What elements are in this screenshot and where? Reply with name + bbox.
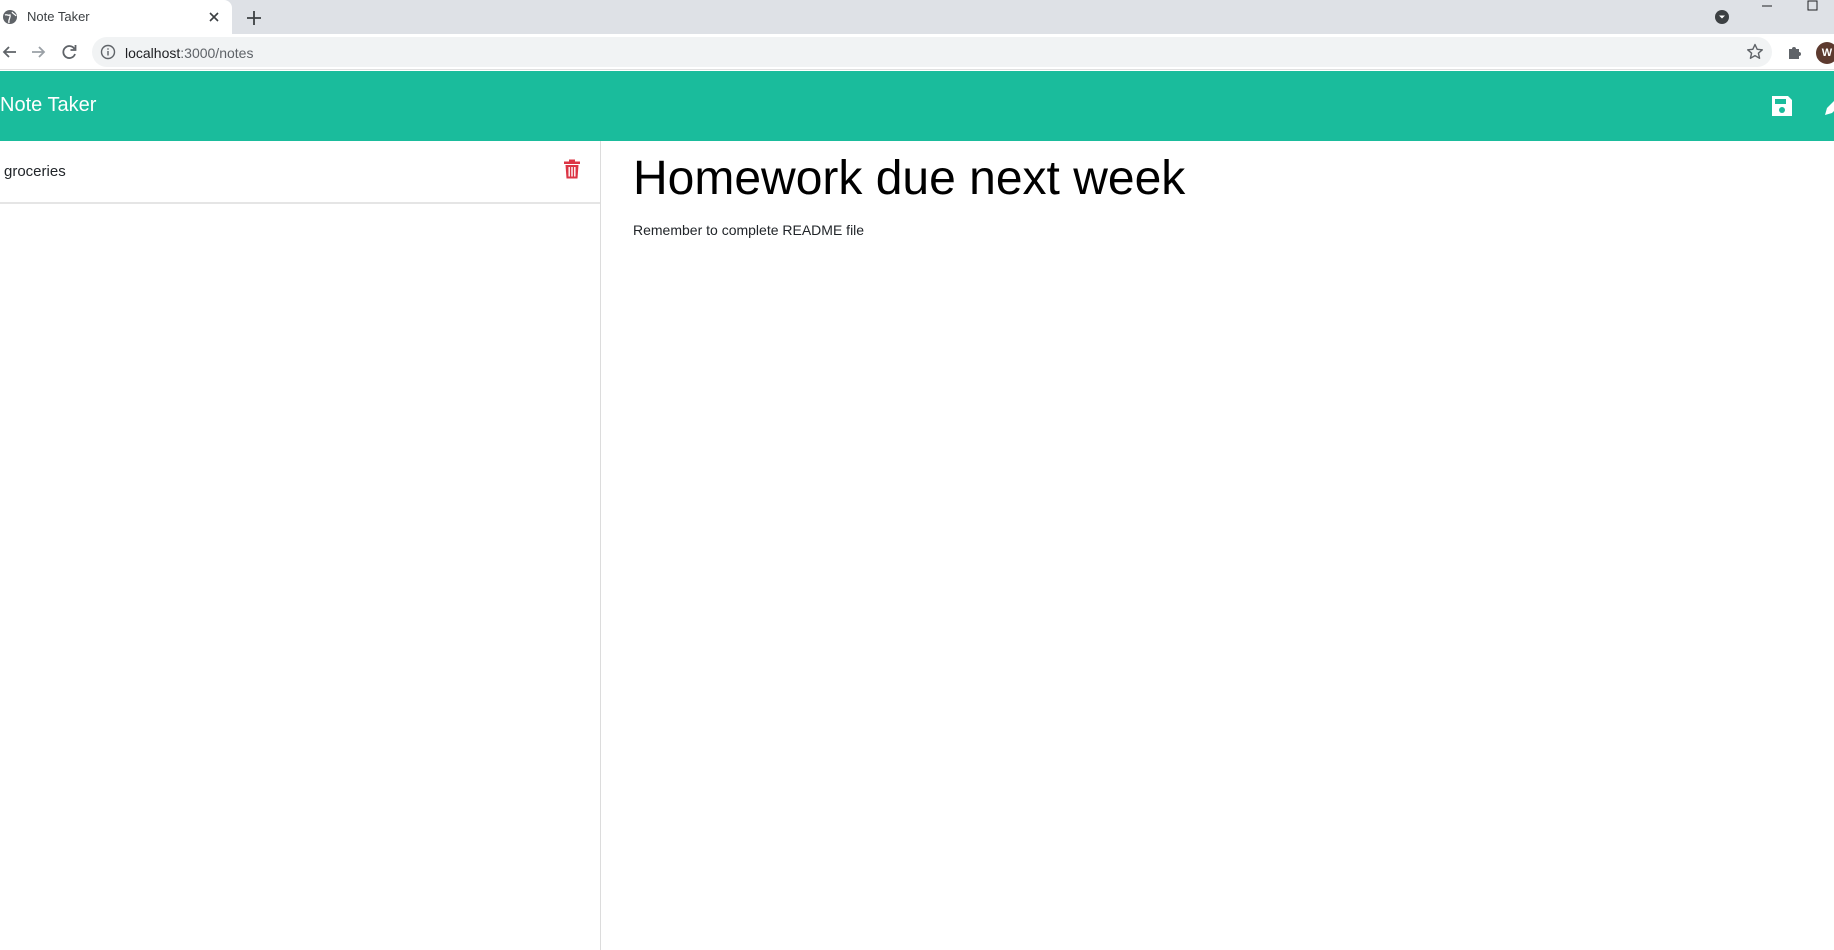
- avatar[interactable]: W: [1816, 42, 1834, 64]
- url-host: localhost: [125, 45, 181, 61]
- url-path: :3000/notes: [180, 45, 254, 61]
- address-bar[interactable]: localhost:3000/notes: [92, 37, 1772, 67]
- pen-icon[interactable]: [1822, 94, 1834, 118]
- minimize-icon[interactable]: [1755, 0, 1779, 14]
- note-list: groceries: [0, 141, 601, 950]
- browser-tab[interactable]: Note Taker: [0, 0, 232, 34]
- back-icon[interactable]: [0, 41, 22, 63]
- info-icon[interactable]: [100, 44, 116, 60]
- forward-icon[interactable]: [26, 41, 48, 63]
- save-icon[interactable]: [1770, 94, 1794, 118]
- close-icon[interactable]: [204, 7, 224, 27]
- list-item[interactable]: groceries: [0, 141, 600, 204]
- brand-title[interactable]: Note Taker: [0, 94, 96, 117]
- tab-title: Note Taker: [27, 9, 90, 24]
- reload-icon[interactable]: [58, 41, 80, 63]
- note-title-field[interactable]: Homework due next week: [633, 151, 1185, 206]
- globe-icon: [3, 10, 17, 24]
- trash-icon[interactable]: [563, 159, 581, 179]
- browser-tabstrip: Note Taker: [0, 0, 1834, 34]
- chevron-down-icon[interactable]: [1712, 7, 1732, 27]
- maximize-icon[interactable]: [1800, 0, 1824, 14]
- app-navbar: Note Taker: [0, 71, 1834, 141]
- puzzle-icon[interactable]: [1785, 42, 1805, 62]
- star-icon[interactable]: [1745, 42, 1765, 62]
- note-list-title[interactable]: groceries: [4, 163, 66, 180]
- note-view: Homework due next week Remember to compl…: [601, 141, 1834, 950]
- plus-icon[interactable]: [242, 6, 266, 30]
- note-text-field[interactable]: Remember to complete README file: [633, 222, 864, 238]
- browser-toolbar: localhost:3000/notes W: [0, 34, 1834, 70]
- url-text: localhost:3000/notes: [125, 45, 253, 61]
